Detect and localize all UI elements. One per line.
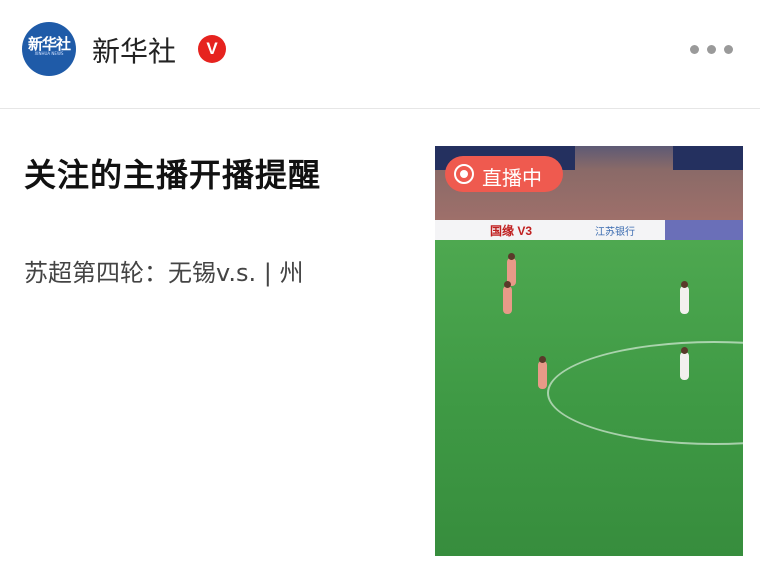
post-header: 新华社 XINHUA NEWS 新华社 V	[0, 0, 760, 108]
post-title[interactable]: 关注的主播开播提醒	[24, 150, 321, 196]
live-badge-label: 直播中	[482, 166, 542, 190]
advertising-board-panel	[665, 220, 743, 240]
player-figure	[538, 356, 547, 389]
more-dot	[707, 45, 716, 54]
live-badge: 直播中	[445, 156, 563, 192]
verified-icon: V	[198, 35, 226, 63]
ad-board-logo: 国缘 V3	[490, 224, 533, 238]
header-divider	[0, 108, 760, 109]
stadium-banner	[673, 146, 743, 170]
live-record-icon	[454, 164, 474, 184]
avatar-logo-subtext: XINHUA NEWS	[34, 51, 64, 56]
player-figure	[680, 347, 689, 380]
more-dot	[724, 45, 733, 54]
player-figure	[680, 281, 689, 314]
ad-board-logo: 江苏银行	[595, 227, 635, 238]
live-stream-thumbnail[interactable]: 国缘 V3 江苏银行 直播中	[435, 146, 743, 556]
player-figure	[503, 281, 512, 314]
more-dot	[690, 45, 699, 54]
account-name[interactable]: 新华社	[92, 30, 176, 70]
more-options-icon[interactable]	[690, 40, 746, 60]
post-subtitle[interactable]: 苏超第四轮：无锡v.s. | 州	[24, 253, 303, 288]
account-avatar[interactable]: 新华社 XINHUA NEWS	[22, 22, 76, 76]
